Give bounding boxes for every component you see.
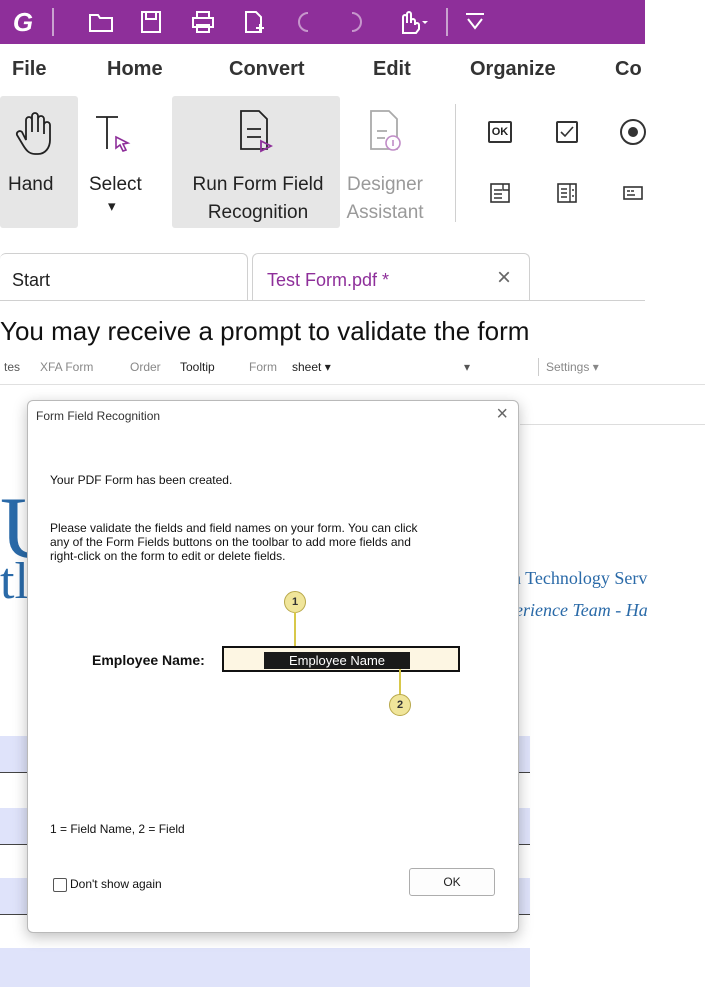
menu-edit[interactable]: Edit — [373, 58, 411, 81]
menu-convert[interactable]: Convert — [229, 58, 305, 81]
menu-file[interactable]: File — [12, 58, 46, 81]
menu-home[interactable]: Home — [107, 58, 163, 81]
menu-organize[interactable]: Organize — [470, 58, 556, 81]
dialog-validate-line-3: right-click on the form to edit or delet… — [50, 549, 286, 563]
image-field-icon[interactable] — [620, 180, 646, 206]
strip-item-xfa-form[interactable]: XFA Form — [40, 360, 93, 374]
tab-close-icon[interactable]: × — [497, 264, 511, 292]
dialog-legend: 1 = Field Name, 2 = Field — [50, 822, 185, 836]
dialog-created-text: Your PDF Form has been created. — [50, 473, 233, 487]
employee-name-label: Employee Name: — [92, 652, 205, 668]
document-field-band — [0, 948, 530, 987]
strip-dropdown-arrow[interactable]: ▾ — [464, 360, 470, 374]
select-dropdown-arrow[interactable]: ▾ — [108, 194, 116, 219]
dont-show-again-checkbox[interactable] — [53, 878, 67, 892]
separator — [52, 8, 54, 36]
redo-icon[interactable] — [336, 5, 370, 39]
document-org-text: ion Technology Serv — [498, 568, 648, 588]
select-text-icon[interactable] — [92, 108, 132, 158]
document-team-text: xperience Team - Ha — [498, 600, 648, 620]
tab-start-label: Start — [12, 270, 51, 290]
run-form-field-label-line2: Recognition — [207, 202, 309, 223]
strip-item-tooltip[interactable]: Tooltip — [180, 360, 215, 374]
radio-button-icon[interactable] — [620, 119, 646, 145]
form-field-recognition-dialog: Form Field Recognition × Your PDF Form h… — [27, 400, 519, 933]
dialog-validate-line-2: any of the Form Fields buttons on the to… — [50, 535, 411, 549]
dialog-close-icon[interactable]: × — [496, 403, 508, 426]
push-button-icon[interactable]: OK — [488, 121, 512, 143]
undo-icon[interactable] — [290, 5, 324, 39]
field-name-highlight: Employee Name — [264, 652, 410, 669]
designer-assistant-icon — [364, 104, 406, 156]
tab-test-form-label: Test Form.pdf * — [267, 270, 390, 290]
menu-comment[interactable]: Co — [615, 58, 642, 81]
list-box-icon[interactable] — [554, 180, 580, 206]
document-top-line — [520, 424, 705, 425]
ok-button[interactable]: OK — [409, 868, 495, 896]
tab-start[interactable]: Start — [0, 253, 248, 301]
dont-show-again-label[interactable]: Don't show again — [70, 877, 162, 891]
customize-icon[interactable] — [458, 5, 492, 39]
field-marker: 2 — [389, 694, 411, 716]
hand-label: Hand — [8, 174, 54, 195]
separator — [446, 8, 448, 36]
combo-box-icon[interactable] — [487, 180, 513, 206]
quick-access-bar: G — [0, 0, 645, 44]
tab-bar-line — [0, 300, 645, 301]
instruction-caption: You may receive a prompt to validate the… — [0, 316, 530, 346]
strip-item-sheet[interactable]: sheet ▾ — [292, 360, 331, 374]
designer-assistant-label-line2: Assistant — [346, 202, 424, 223]
strip-item-form[interactable]: Form — [249, 360, 277, 374]
marker-2-leader — [399, 669, 401, 695]
hand-pointer-icon[interactable] — [392, 5, 432, 39]
app-logo-icon[interactable]: G — [6, 5, 40, 39]
document-heading-fragment: tl — [0, 553, 29, 610]
strip-item-settings[interactable]: Settings ▾ — [546, 360, 599, 374]
hand-icon — [12, 108, 56, 160]
designer-assistant-label-line1: Designer — [346, 174, 424, 195]
run-form-field-label-line1: Run Form Field — [192, 174, 324, 195]
form-toolbar-strip: tes XFA Form Order Tooltip Form sheet ▾ … — [0, 352, 705, 385]
field-name-marker: 1 — [284, 591, 306, 613]
form-recognition-icon — [234, 104, 276, 156]
check-box-icon[interactable] — [556, 121, 578, 143]
new-page-icon[interactable] — [238, 5, 272, 39]
strip-item-tes[interactable]: tes — [4, 360, 20, 374]
strip-separator — [538, 358, 539, 376]
ribbon-separator — [455, 104, 456, 222]
strip-item-order[interactable]: Order — [130, 360, 161, 374]
save-icon[interactable] — [134, 5, 168, 39]
dialog-validate-line-1: Please validate the fields and field nam… — [50, 521, 418, 535]
tab-test-form[interactable]: Test Form.pdf * × — [252, 253, 530, 301]
dialog-title: Form Field Recognition — [36, 409, 161, 423]
print-icon[interactable] — [186, 5, 220, 39]
open-folder-icon[interactable] — [84, 5, 118, 39]
